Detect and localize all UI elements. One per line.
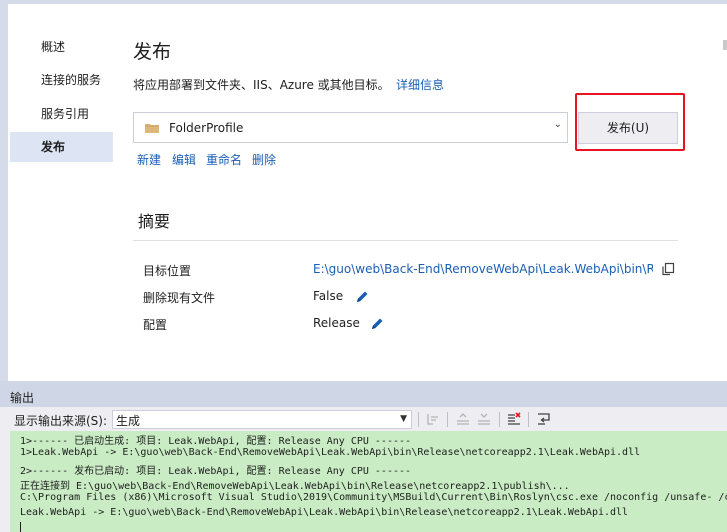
output-source-value: 生成 <box>116 414 141 428</box>
output-line: Leak.WebApi -> E:\guo\web\Back-End\Remov… <box>20 507 629 518</box>
learn-more-link[interactable]: 详细信息 <box>396 76 444 93</box>
panel-top-border <box>0 0 727 4</box>
pencil-icon[interactable] <box>355 290 369 304</box>
nav-item-service-references[interactable]: 服务引用 <box>10 99 113 129</box>
panel-scrollbar[interactable] <box>723 40 727 50</box>
edit-profile-link[interactable]: 编辑 <box>172 151 196 168</box>
output-window: 输出 显示输出来源(S): 生成 ▼ 1>------ 已启动生成: 项目: L… <box>0 385 727 532</box>
new-profile-link[interactable]: 新建 <box>137 151 161 168</box>
output-line: 1>------ 已启动生成: 项目: Leak.WebApi, 配置: Rel… <box>20 436 412 447</box>
clear-all-icon[interactable] <box>506 411 522 427</box>
summary-label-configuration: 配置 <box>143 318 168 332</box>
panel-left-border <box>0 0 8 385</box>
output-source-dropdown[interactable]: 生成 ▼ <box>112 410 412 429</box>
delete-profile-link[interactable]: 删除 <box>252 151 276 168</box>
toolbar-separator <box>499 412 500 427</box>
nav-item-connected-services[interactable]: 连接的服务 <box>10 65 113 95</box>
summary-title: 摘要 <box>138 212 171 231</box>
text-caret <box>20 522 21 532</box>
word-wrap-icon[interactable] <box>536 411 552 427</box>
toolbar-separator <box>418 412 419 427</box>
copy-icon[interactable] <box>661 262 675 276</box>
chevron-down-icon: ⌄ <box>553 119 562 130</box>
nav-item-overview[interactable]: 概述 <box>10 32 113 62</box>
summary-label-delete-existing: 删除现有文件 <box>143 291 216 305</box>
publish-profile-dropdown[interactable]: FolderProfile ⌄ <box>133 112 568 143</box>
find-message-icon[interactable] <box>425 411 441 427</box>
summary-divider <box>133 240 678 241</box>
publish-button[interactable]: 发布(U) <box>578 112 678 144</box>
pencil-icon[interactable] <box>370 317 384 331</box>
output-toolbar: 显示输出来源(S): 生成 ▼ <box>0 408 727 430</box>
nav-item-publish[interactable]: 发布 <box>10 132 113 162</box>
output-title-bar: 输出 <box>0 385 727 407</box>
summary-value-delete-existing: False <box>313 289 344 303</box>
output-line: 正在连接到 E:\guo\web\Back-End\RemoveWebApi\L… <box>20 481 570 492</box>
summary-label-target: 目标位置 <box>143 264 192 278</box>
publish-panel: 概述 连接的服务 服务引用 发布 发布 将应用部署到文件夹、IIS、Azure … <box>0 0 727 385</box>
folder-icon <box>145 124 159 133</box>
summary-target-location-link[interactable]: E:\guo\web\Back-End\RemoveWebApi\Leak.We… <box>313 262 653 276</box>
page-description: 将应用部署到文件夹、IIS、Azure 或其他目标。 <box>133 78 390 92</box>
output-text-area[interactable]: 1>------ 已启动生成: 项目: Leak.WebApi, 配置: Rel… <box>10 431 727 532</box>
page-title: 发布 <box>133 41 172 63</box>
next-message-icon[interactable] <box>476 411 492 427</box>
toolbar-separator <box>528 412 529 427</box>
output-line: C:\Program Files (x86)\Microsoft Visual … <box>20 492 727 503</box>
profile-name: FolderProfile <box>169 121 244 135</box>
previous-message-icon[interactable] <box>455 411 471 427</box>
toolbar-separator <box>447 412 448 427</box>
chevron-down-icon: ▼ <box>400 414 407 424</box>
rename-profile-link[interactable]: 重命名 <box>206 151 242 168</box>
output-line: 2>------ 发布已启动: 项目: Leak.WebApi, 配置: Rel… <box>20 466 412 477</box>
summary-value-configuration: Release <box>313 316 360 330</box>
output-line: 1>Leak.WebApi -> E:\guo\web\Back-End\Rem… <box>20 447 641 458</box>
output-source-label: 显示输出来源(S): <box>14 414 108 428</box>
output-title: 输出 <box>10 391 35 405</box>
